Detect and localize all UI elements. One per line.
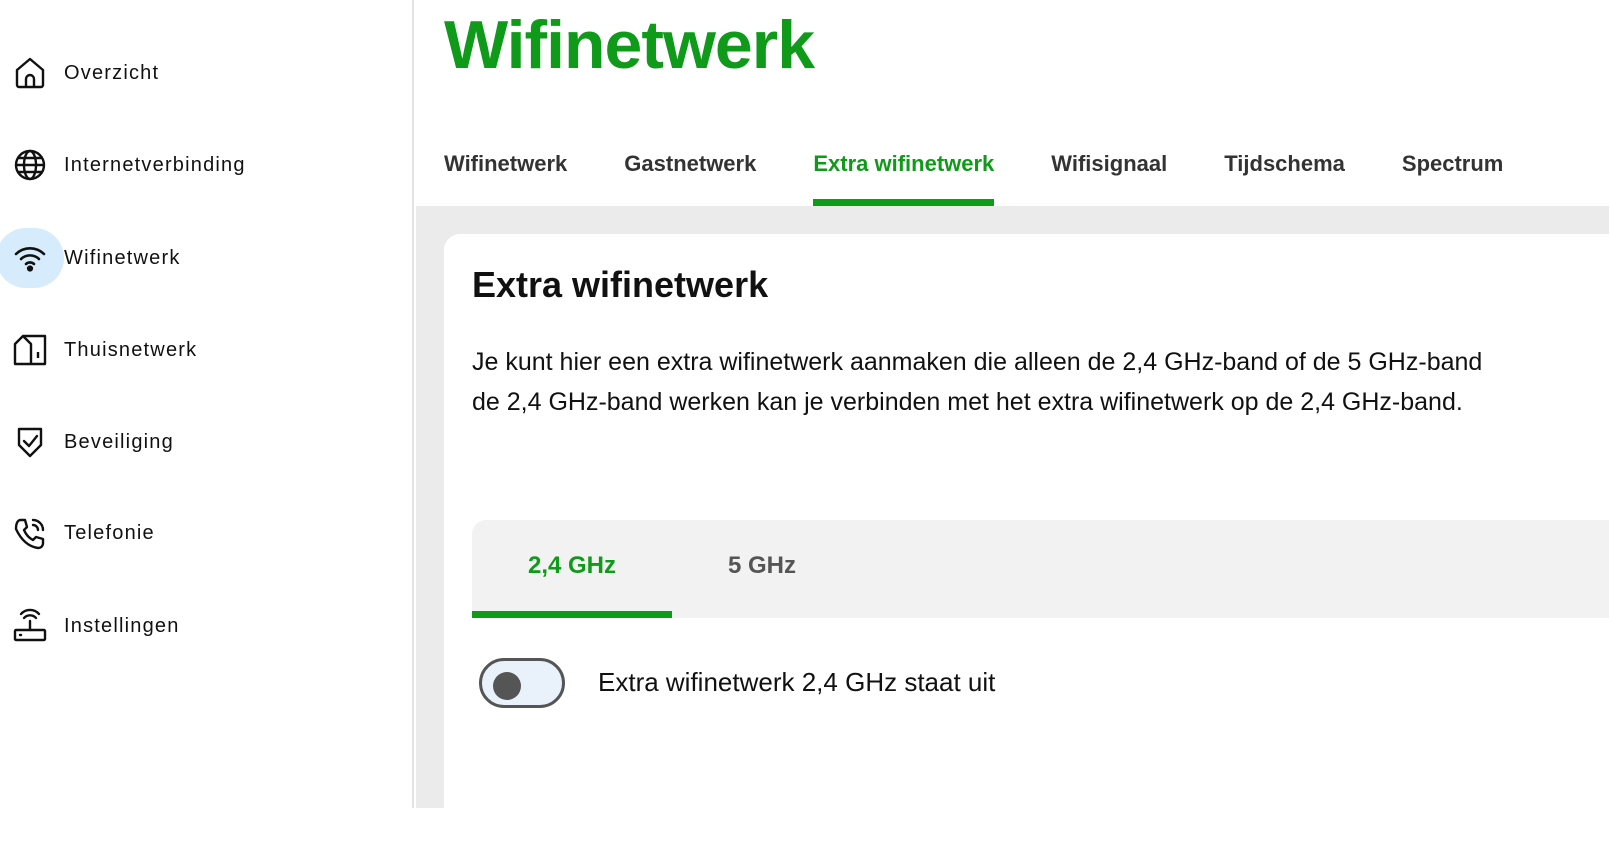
tab-bar: Wifinetwerk Gastnetwerk Extra wifinetwer… <box>444 134 1560 206</box>
sidebar-item-internetverbinding[interactable]: Internetverbinding <box>0 135 400 195</box>
card-title: Extra wifinetwerk <box>472 264 769 305</box>
sidebar-item-label: Overzicht <box>64 61 160 84</box>
description-line-1: Je kunt hier een extra wifinetwerk aanma… <box>472 348 1483 376</box>
sidebar-item-label: Thuisnetwerk <box>64 338 198 361</box>
band-tab-bar: 2,4 GHz 5 GHz <box>472 520 1609 618</box>
extra-wifi-card: Extra wifinetwerk Je kunt hier een extra… <box>444 234 1609 854</box>
globe-icon <box>0 135 60 195</box>
sidebar-item-label: Telefonie <box>64 521 155 544</box>
house-network-icon <box>0 320 60 380</box>
sidebar-item-wifinetwerk[interactable]: Wifinetwerk <box>0 228 400 288</box>
toggle-label: Extra wifinetwerk 2,4 GHz staat uit <box>598 667 996 697</box>
sidebar: Overzicht Internetverbinding Wifinetwerk <box>0 0 414 808</box>
page-header: Wifinetwerk Wifinetwerk Gastnetwerk Extr… <box>416 0 1609 206</box>
shield-check-icon <box>0 412 60 472</box>
extra-wifi-toggle[interactable] <box>479 658 565 708</box>
sidebar-item-beveiliging[interactable]: Beveiliging <box>0 412 400 472</box>
sidebar-item-thuisnetwerk[interactable]: Thuisnetwerk <box>0 320 400 380</box>
sidebar-item-instellingen[interactable]: Instellingen <box>0 596 400 656</box>
main-content: Wifinetwerk Wifinetwerk Gastnetwerk Extr… <box>416 0 1609 854</box>
sidebar-item-label: Internetverbinding <box>64 153 246 176</box>
home-icon <box>0 43 60 103</box>
sidebar-item-label: Instellingen <box>64 614 180 637</box>
tab-wifinetwerk[interactable]: Wifinetwerk <box>444 134 567 206</box>
toggle-knob <box>493 672 521 700</box>
tab-tijdschema[interactable]: Tijdschema <box>1224 134 1345 206</box>
description-line-2: de 2,4 GHz-band werken kan je verbinden … <box>472 388 1463 416</box>
tab-gastnetwerk[interactable]: Gastnetwerk <box>624 134 756 206</box>
phone-icon <box>0 503 60 563</box>
sidebar-item-overzicht[interactable]: Overzicht <box>0 43 400 103</box>
tab-wifisignaal[interactable]: Wifisignaal <box>1051 134 1167 206</box>
sidebar-item-label: Beveiliging <box>64 430 174 453</box>
router-icon <box>0 596 60 656</box>
tab-spectrum[interactable]: Spectrum <box>1402 134 1503 206</box>
sidebar-item-label: Wifinetwerk <box>64 246 181 269</box>
page-title: Wifinetwerk <box>444 7 815 83</box>
card-description: Je kunt hier een extra wifinetwerk aanma… <box>472 342 1609 422</box>
tab-extra-wifinetwerk[interactable]: Extra wifinetwerk <box>813 134 994 206</box>
band-tab-2-4-ghz[interactable]: 2,4 GHz <box>472 520 672 618</box>
wifi-icon <box>0 228 64 288</box>
band-tab-5-ghz[interactable]: 5 GHz <box>662 520 862 618</box>
sidebar-item-telefonie[interactable]: Telefonie <box>0 503 400 563</box>
